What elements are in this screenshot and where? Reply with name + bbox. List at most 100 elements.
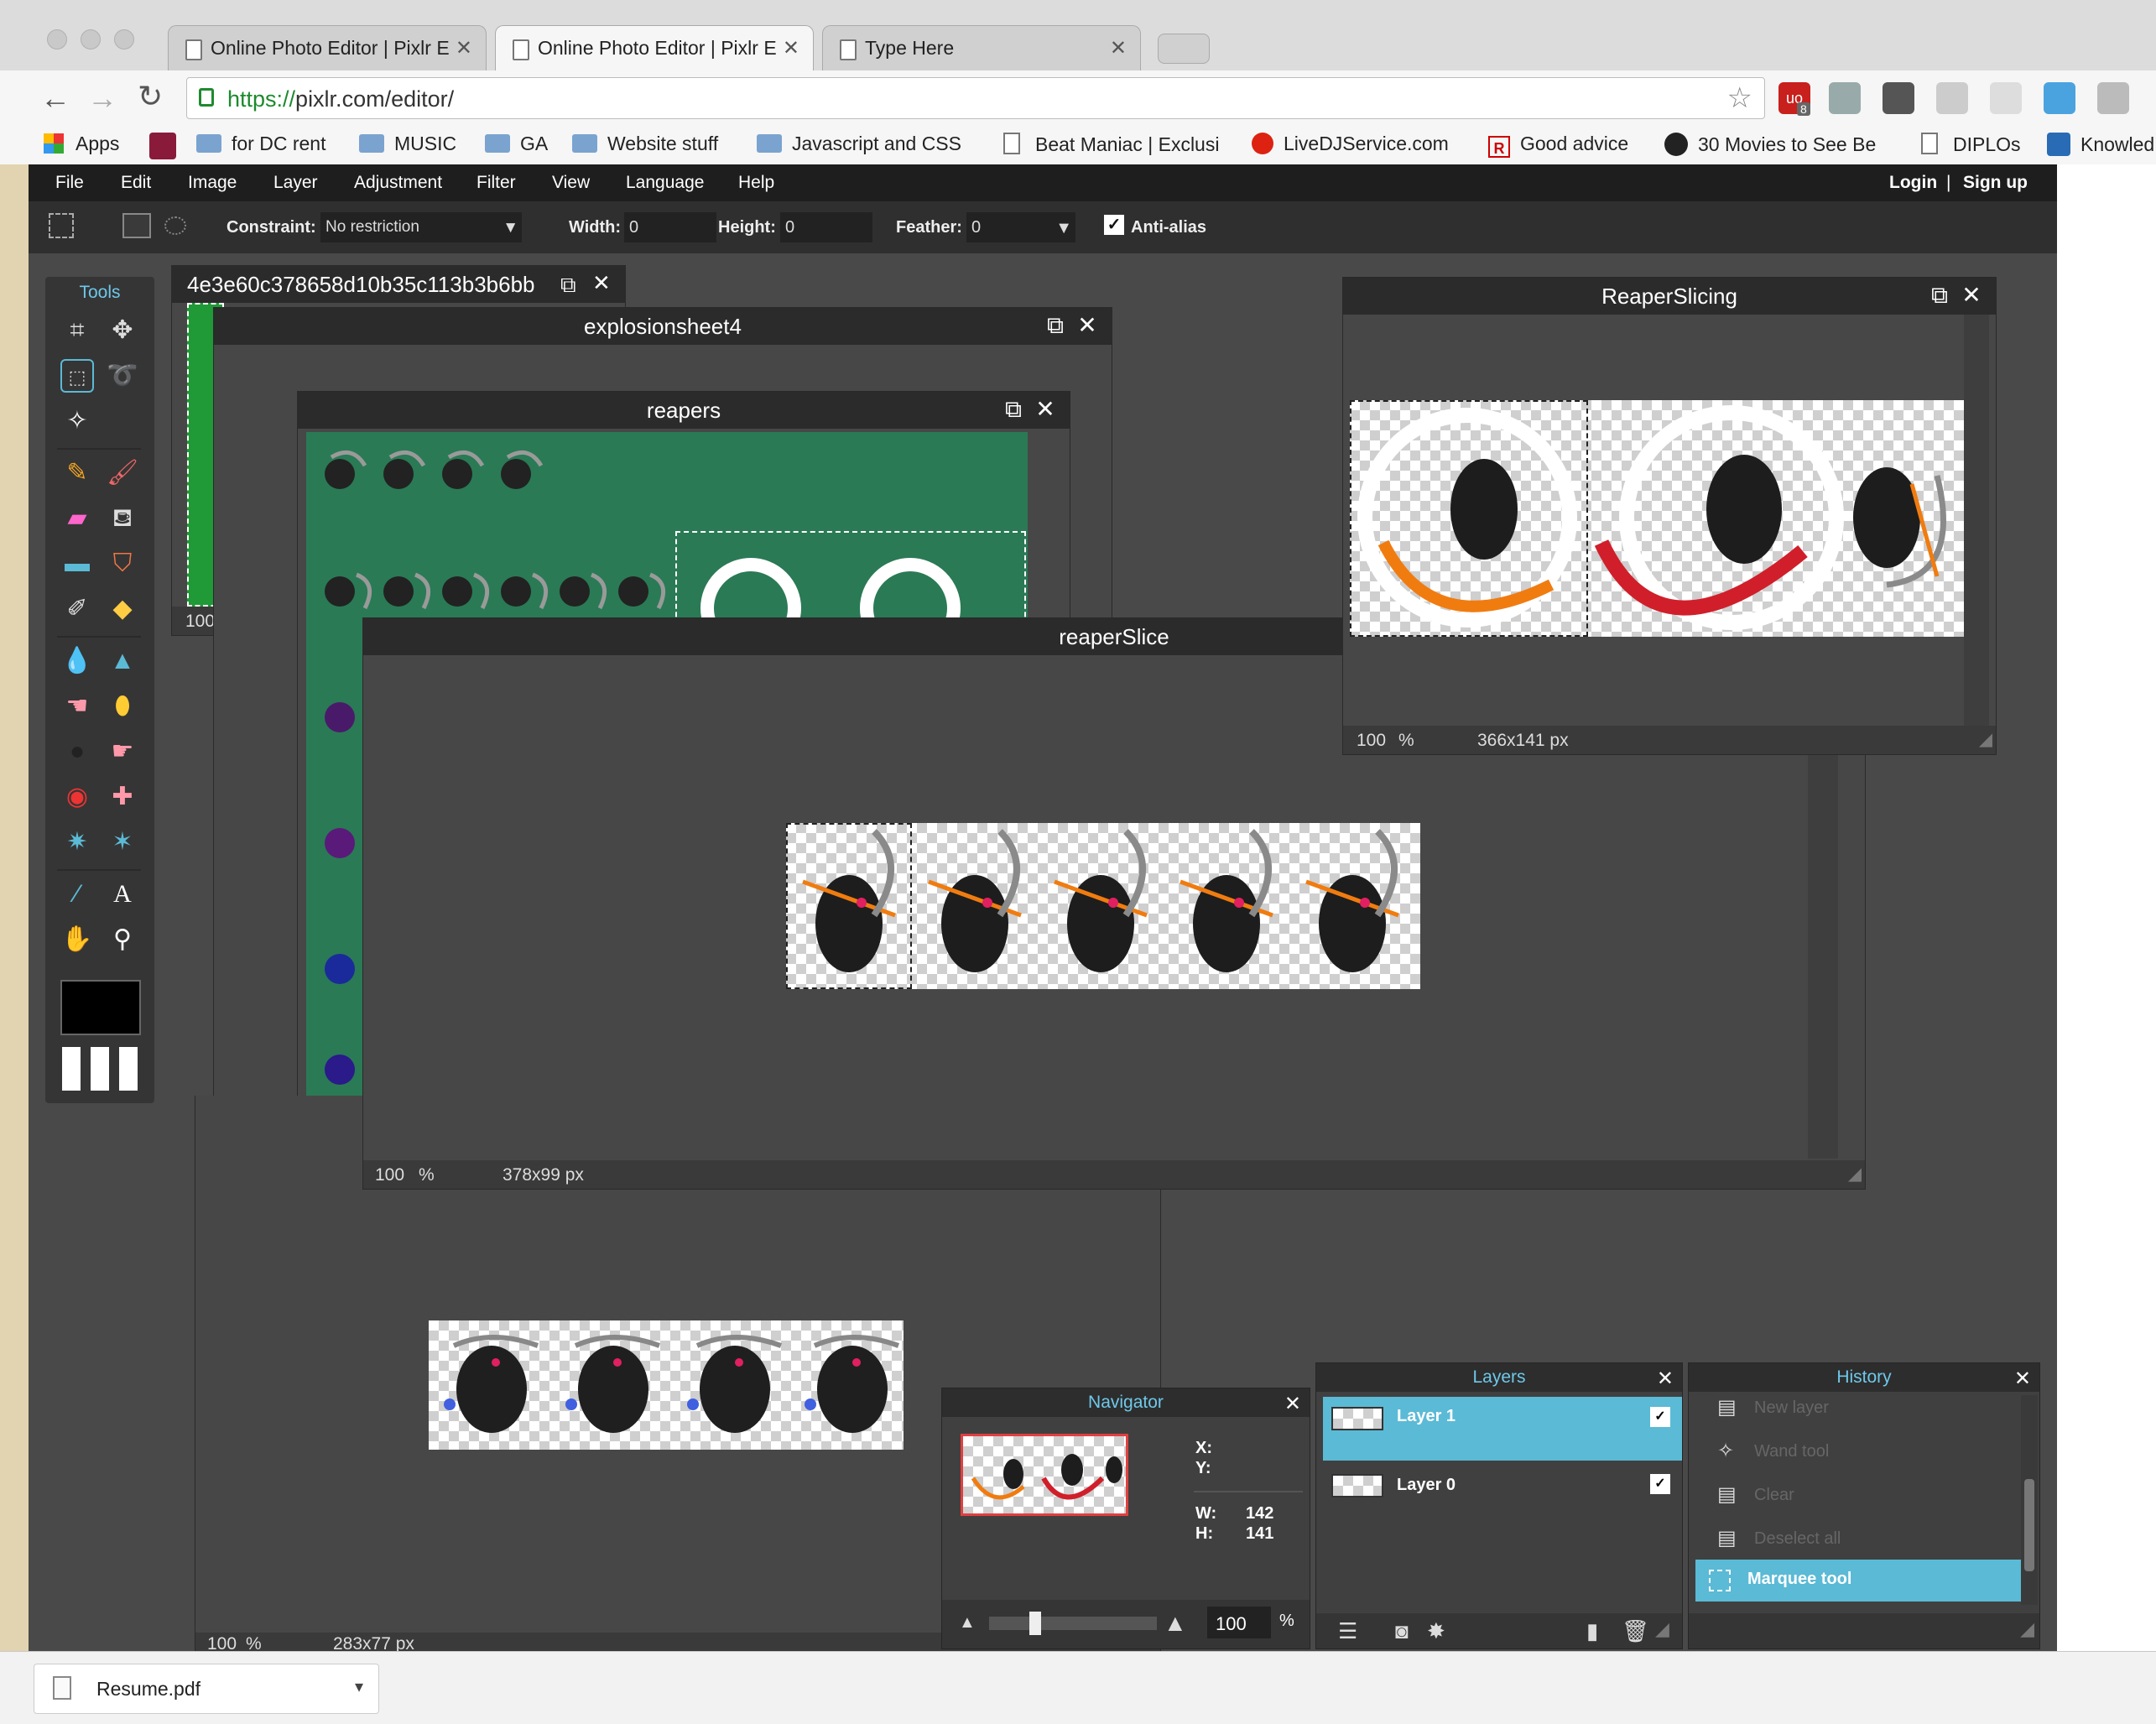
bookmark-apps[interactable]: Apps	[44, 133, 119, 155]
smudge-tool-icon[interactable]: ☚	[60, 690, 94, 723]
menu-view[interactable]: View	[552, 173, 590, 193]
blur-tool-icon[interactable]: 💧	[60, 644, 94, 678]
scrollbar[interactable]	[1964, 315, 1989, 726]
history-item[interactable]: ▤ New layer	[1695, 1393, 2023, 1429]
bookmark-beat-maniac[interactable]: Beat Maniac | Exclusi	[1003, 133, 1219, 156]
marquee-tool-button[interactable]: ⬚	[60, 359, 94, 393]
menu-help[interactable]: Help	[738, 173, 774, 193]
layer-styles-icon[interactable]: ✸	[1427, 1618, 1445, 1644]
close-tab-icon[interactable]: ✕	[456, 36, 472, 60]
brush-tool-icon[interactable]: 🖌	[106, 456, 139, 490]
bookmark-diplos[interactable]: DIPLOs	[1921, 133, 2021, 156]
tab-pixlr-1[interactable]: Online Photo Editor | Pixlr E ✕	[168, 25, 487, 70]
burn-tool-icon[interactable]: ●	[60, 735, 94, 768]
restore-window-icon[interactable]: ⧉	[1044, 314, 1066, 337]
feather-input[interactable]: 0 ▼	[966, 212, 1075, 242]
type-tool-icon[interactable]: A	[106, 878, 139, 911]
bookmark-website-stuff[interactable]: Website stuff	[572, 133, 718, 155]
menu-file[interactable]: File	[55, 173, 84, 193]
navigator-preview[interactable]	[961, 1434, 1128, 1516]
zoom-in-icon[interactable]: ▲	[1164, 1610, 1187, 1637]
gradient-tool-icon[interactable]: ▬	[60, 547, 94, 581]
tab-type-here[interactable]: Type Here ✕	[822, 25, 1141, 70]
bookmark-music[interactable]: MUSIC	[359, 133, 456, 155]
layer-mask-icon[interactable]: ◙	[1395, 1618, 1409, 1644]
close-window-button[interactable]	[47, 29, 67, 49]
bookmark-ga[interactable]: GA	[485, 133, 548, 155]
ellipse-marquee-icon[interactable]	[164, 216, 186, 235]
layer-visibility-checkbox[interactable]: ✓	[1650, 1407, 1670, 1427]
chevron-down-icon[interactable]: ▾	[355, 1676, 363, 1697]
extension-sync-icon[interactable]	[2097, 82, 2129, 114]
resize-handle-icon[interactable]: ◢	[1655, 1618, 1669, 1640]
eyedropper-tool-icon[interactable]: ⁄	[60, 878, 94, 911]
bookmark-for-dc-rent[interactable]: for DC rent	[196, 133, 325, 155]
hand-tool-icon[interactable]: ✋	[60, 923, 94, 956]
resize-handle-icon[interactable]: ◢	[1979, 729, 1992, 750]
menu-filter[interactable]: Filter	[477, 173, 516, 193]
close-tab-icon[interactable]: ✕	[1110, 36, 1127, 60]
constraint-select[interactable]: No restriction ▼	[320, 212, 522, 242]
new-layer-icon[interactable]: ▮	[1586, 1618, 1598, 1644]
sharpen-tool-icon[interactable]: ▲	[106, 644, 139, 678]
restore-window-icon[interactable]: ⧉	[1002, 398, 1024, 421]
move-tool-icon[interactable]: ✥	[106, 314, 139, 347]
wand-tool-icon[interactable]: ✧	[60, 404, 94, 438]
close-panel-icon[interactable]: ✕	[2014, 1367, 2031, 1391]
layer-visibility-checkbox[interactable]: ✓	[1650, 1474, 1670, 1494]
back-arrow-icon[interactable]: ←	[40, 81, 70, 116]
pencil-tool-icon[interactable]: ✎	[60, 456, 94, 490]
antialias-checkbox[interactable]: ✓	[1104, 215, 1124, 235]
restore-window-icon[interactable]: ⧉	[560, 272, 576, 299]
history-item[interactable]: ▤ Deselect all	[1695, 1524, 2023, 1560]
star-bookmark-icon[interactable]: ☆	[1727, 81, 1752, 115]
color-replace-tool-icon[interactable]: ✐	[60, 592, 94, 626]
close-window-icon[interactable]: ✕	[1034, 398, 1056, 421]
drawing-tool-icon[interactable]: ◆	[106, 592, 139, 626]
window-reaperslicing[interactable]: ReaperSlicing ⧉ ✕ 100 % 366x141 px ◢	[1342, 277, 1997, 755]
zoom-input[interactable]: 100	[1207, 1607, 1271, 1638]
restore-window-icon[interactable]: ⧉	[1929, 284, 1950, 307]
zoom-slider[interactable]	[989, 1617, 1157, 1630]
layer-row[interactable]: Layer 0 ✓	[1323, 1466, 1682, 1516]
close-tab-icon[interactable]: ✕	[783, 36, 799, 60]
close-window-icon[interactable]: ✕	[1076, 314, 1098, 337]
bookmark-knowled[interactable]: Knowled	[2047, 133, 2154, 156]
bloat-tool-icon[interactable]: ✷	[60, 826, 94, 859]
zoom-tool-icon[interactable]: ⚲	[106, 923, 139, 956]
bookmark-ext-icon[interactable]	[149, 133, 176, 159]
login-link[interactable]: Login	[1889, 173, 1937, 193]
height-input[interactable]: 0	[780, 212, 872, 242]
history-item[interactable]: ▤ Clear	[1695, 1481, 2023, 1516]
menu-image[interactable]: Image	[188, 173, 237, 193]
menu-layer[interactable]: Layer	[273, 173, 318, 193]
close-panel-icon[interactable]: ✕	[1284, 1392, 1301, 1416]
sponge-tool-icon[interactable]: ⬮	[106, 690, 139, 723]
forward-arrow-icon[interactable]: →	[87, 81, 117, 116]
new-tab-button[interactable]	[1158, 34, 1210, 64]
stamp-tool-icon[interactable]: ⛉	[106, 547, 139, 581]
zoom-window-button[interactable]	[114, 29, 134, 49]
extension-face-icon[interactable]	[1883, 82, 1914, 114]
layer-settings-icon[interactable]: ☰	[1338, 1618, 1357, 1644]
close-window-icon[interactable]: ✕	[592, 270, 611, 296]
extension-arrow-icon[interactable]	[1936, 82, 1968, 114]
delete-layer-icon[interactable]: 🗑	[1622, 1618, 1649, 1644]
history-scrollbar[interactable]	[2021, 1395, 2038, 1605]
rect-marquee-icon[interactable]	[122, 213, 151, 238]
lasso-tool-icon[interactable]: ➰	[106, 359, 139, 393]
address-bar[interactable]: https://pixlr.com/editor/ ☆	[186, 77, 1765, 119]
reload-icon[interactable]: ↻	[138, 79, 163, 114]
signup-link[interactable]: Sign up	[1963, 173, 2028, 193]
minimize-window-button[interactable]	[81, 29, 101, 49]
crop-tool-icon[interactable]: ⌗	[60, 314, 94, 347]
bookmark-30-movies[interactable]: 30 Movies to See Be	[1664, 133, 1876, 156]
bookmark-javascript-css[interactable]: Javascript and CSS	[757, 133, 961, 155]
download-item[interactable]: Resume.pdf ▾	[34, 1664, 379, 1714]
zoom-slider-thumb[interactable]	[1029, 1612, 1041, 1635]
scroll-thumb[interactable]	[2024, 1479, 2034, 1571]
layer-row[interactable]: Layer 1 ✓	[1323, 1397, 1682, 1461]
tab-pixlr-2[interactable]: Online Photo Editor | Pixlr E ✕	[495, 25, 814, 70]
download-extension-icon[interactable]	[2044, 82, 2075, 114]
menu-edit[interactable]: Edit	[121, 173, 151, 193]
